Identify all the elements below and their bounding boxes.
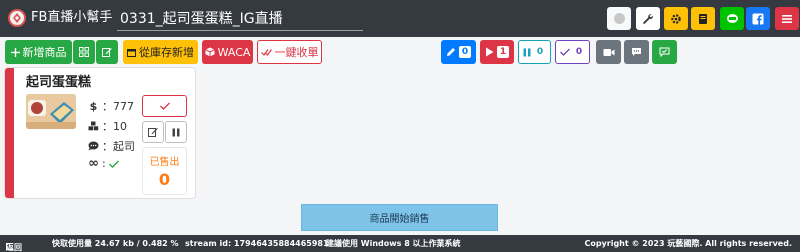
comments-button[interactable] <box>624 40 649 64</box>
play-count: 1 <box>496 46 510 58</box>
one-click-close-label: 一鍵收單 <box>274 45 319 59</box>
facebook-icon <box>752 13 764 25</box>
keyword-row: ：起司 <box>87 138 135 154</box>
filter-edit-button[interactable]: 0 <box>441 40 476 64</box>
comment-check-icon <box>659 47 670 57</box>
cache-usage: 快取使用量 24.67 kb / 0.482 % <box>52 239 179 248</box>
wrench-button[interactable] <box>636 7 660 30</box>
book-button[interactable] <box>691 7 715 30</box>
grid-icon <box>79 47 89 57</box>
calendar-icon <box>127 48 136 57</box>
cube-icon <box>204 47 215 57</box>
circle-icon <box>613 13 625 24</box>
product-thumbnail[interactable] <box>26 94 76 129</box>
infinity-icon: ∞ <box>88 156 99 171</box>
waca-label: WACA <box>217 45 251 59</box>
product-name: 起司蛋蛋糕 <box>26 75 92 90</box>
pause-count: 0 <box>533 46 547 58</box>
add-product-label: 新增商品 <box>22 45 67 59</box>
play-icon <box>485 47 494 57</box>
colon-text: : <box>102 157 106 170</box>
pencil-icon <box>446 48 455 56</box>
success-check-icon <box>108 160 119 168</box>
check-icon <box>559 48 570 56</box>
menu-button[interactable] <box>775 7 799 30</box>
sale-started-toast: 商品開始銷售 <box>301 204 498 231</box>
stream-id: stream id: 17946435884465981 <box>185 239 329 248</box>
plus-icon <box>10 47 20 57</box>
quantity-row: ：10 <box>87 118 127 134</box>
keyword-value: ：起司 <box>102 140 135 153</box>
os-recommendation: 建議使用 Windows 8 以上作業系統 <box>326 239 461 248</box>
live-status-strip <box>5 68 14 198</box>
wrench-icon <box>643 13 654 24</box>
price-row: $ ：777 <box>87 98 134 114</box>
comment-dots-icon <box>87 141 100 151</box>
live-title-input[interactable] <box>117 6 363 31</box>
price-value: ：777 <box>102 100 134 113</box>
menu-icon <box>782 14 792 23</box>
dollar-icon: $ <box>89 99 98 113</box>
add-from-inventory-label: 從庫存新增 <box>139 45 194 59</box>
line-button[interactable] <box>720 7 744 30</box>
unlimited-row: ∞ : <box>87 156 119 171</box>
book-icon <box>699 13 707 24</box>
top-bar: FB直播小幫手 <box>0 0 800 37</box>
edit-icon <box>102 48 112 57</box>
video-camera-icon <box>603 48 614 56</box>
cubes-icon <box>87 121 100 131</box>
edit-all-button[interactable] <box>96 40 118 64</box>
back-label: 返回 <box>6 243 22 252</box>
line-icon <box>726 13 738 23</box>
one-click-close-button[interactable]: 一鍵收單 <box>257 40 322 64</box>
gear-icon <box>671 13 681 24</box>
waca-button[interactable]: WACA <box>202 40 253 64</box>
video-button[interactable] <box>596 40 621 64</box>
settings-button[interactable] <box>664 7 688 30</box>
edit-icon <box>148 128 158 137</box>
app-logo-icon <box>8 9 26 27</box>
product-card: 起司蛋蛋糕 $ ：777 ：10 ：起司 ∞ : 已售出 0 <box>4 67 196 199</box>
circle-button[interactable] <box>607 7 631 30</box>
copyright: Copyright © 2023 玩藝國際. All rights reserv… <box>584 239 792 248</box>
sold-counter: 已售出 0 <box>142 147 187 195</box>
quantity-value: ：10 <box>102 120 127 133</box>
sold-label: 已售出 <box>149 157 180 168</box>
close-sale-button[interactable] <box>142 95 187 117</box>
edit-count: 0 <box>458 46 472 58</box>
pause-product-button[interactable] <box>165 121 187 143</box>
grid-button[interactable] <box>73 40 95 64</box>
facebook-button[interactable] <box>746 7 770 30</box>
edit-product-button[interactable] <box>142 121 164 143</box>
double-check-icon <box>260 48 272 57</box>
pause-icon <box>523 48 531 56</box>
add-from-inventory-button[interactable]: 從庫存新增 <box>123 40 198 64</box>
filter-paused-button[interactable]: 0 <box>518 40 551 64</box>
comment-icon <box>632 48 641 56</box>
app-name: FB直播小幫手 <box>31 10 113 25</box>
comment-check-button[interactable] <box>652 40 677 64</box>
filter-live-button[interactable]: 1 <box>480 40 514 64</box>
add-product-button[interactable]: 新增商品 <box>5 40 72 64</box>
done-count: 0 <box>572 46 586 58</box>
check-icon <box>159 102 170 110</box>
filter-done-button[interactable]: 0 <box>555 40 590 64</box>
status-bar: 返回 快取使用量 24.67 kb / 0.482 % stream id: 1… <box>0 235 800 252</box>
pause-icon <box>172 128 180 136</box>
toast-message: 商品開始銷售 <box>369 214 430 225</box>
sold-count: 0 <box>158 170 171 189</box>
